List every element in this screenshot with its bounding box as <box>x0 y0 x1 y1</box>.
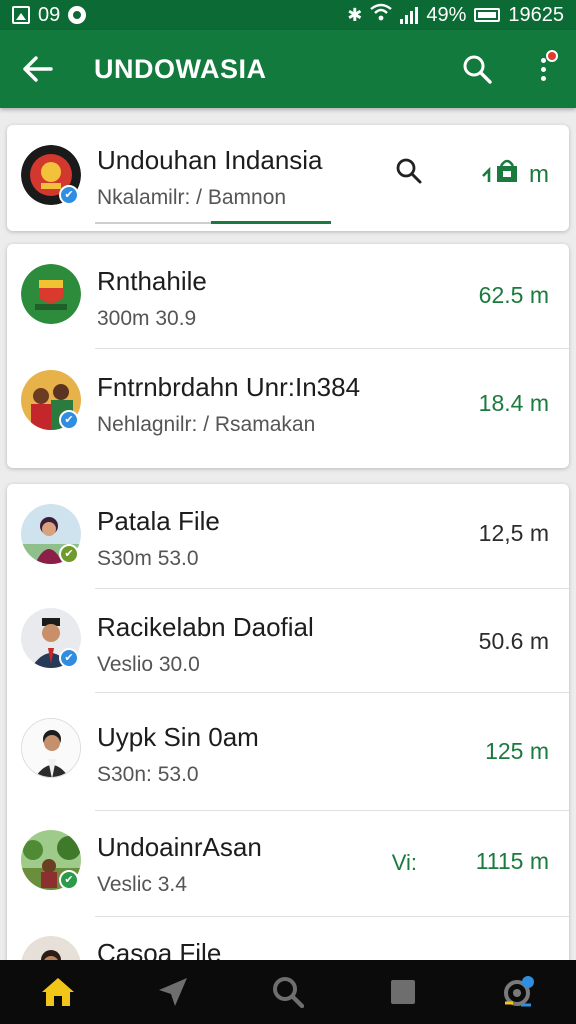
header-size: m <box>529 161 549 188</box>
header-subtitle: Nkalamilr: / Bamnon <box>97 186 287 209</box>
file-subtitle: S30n: 53.0 <box>97 763 199 786</box>
file-subtitle: 300m 30.9 <box>97 307 197 330</box>
file-size: 62.5 m <box>478 282 549 308</box>
home-icon[interactable] <box>23 960 93 1024</box>
search-icon[interactable] <box>444 30 510 108</box>
header-search-icon[interactable] <box>395 157 423 190</box>
list-item[interactable]: ✔ Racikelabn Daofial Veslio 30.0 50.6 m <box>7 588 569 692</box>
gallery-icon <box>12 6 30 24</box>
battery-icon <box>474 8 501 22</box>
send-icon[interactable] <box>138 960 208 1024</box>
stop-icon[interactable] <box>368 960 438 1024</box>
crest-avatar <box>21 264 81 324</box>
header-title: Undouhan Indansia <box>97 145 323 175</box>
verified-icon: ✔ <box>59 648 79 668</box>
verified-icon: ✔ <box>59 185 79 205</box>
app-bar: UNDOWASIA <box>0 30 576 108</box>
file-title: Uypk Sin 0am <box>97 722 259 752</box>
list-item[interactable]: Uypk Sin 0am S30n: 53.0 125 m <box>7 692 569 810</box>
search-icon[interactable] <box>253 960 323 1024</box>
file-title: UndoainrAsan <box>97 832 262 862</box>
file-subtitle: Veslio 30.0 <box>97 653 200 676</box>
verified-icon: ✔ <box>59 544 79 564</box>
file-size: 1115 m <box>475 848 549 874</box>
man-suit-avatar <box>21 718 81 778</box>
check-icon: ✔ <box>59 870 79 890</box>
bottom-nav <box>0 960 576 1024</box>
signal-icon <box>400 6 419 24</box>
list-item[interactable]: ✔ UndoainrAsan Veslic 3.4 Vi: 1115 m <box>7 810 569 916</box>
notification-icon <box>68 6 87 24</box>
file-group-2: ✔ Patala File S30m 53.0 12,5 m ✔ Racikel… <box>7 484 569 974</box>
list-item[interactable]: ✔ Patala File S30m 53.0 12,5 m <box>7 484 569 588</box>
file-size: 12,5 m <box>478 520 549 546</box>
notification-badge <box>546 50 558 62</box>
more-vert-icon[interactable] <box>510 30 576 108</box>
status-time: 09 <box>38 3 61 26</box>
file-subtitle: S30m 53.0 <box>97 547 199 570</box>
sync-icon[interactable] <box>483 960 553 1024</box>
bluetooth-icon: ✱ <box>347 4 363 25</box>
file-title: Fntrnbrdahn Unr:In384 <box>97 372 361 402</box>
list-item[interactable]: Rnthahile 300m 30.9 62.5 m <box>7 244 569 348</box>
file-size: 18.4 m <box>478 390 549 416</box>
shopping-bag-icon[interactable] <box>481 158 521 189</box>
tab-underline-active <box>211 221 331 224</box>
wifi-icon <box>370 3 393 27</box>
back-arrow-icon[interactable] <box>0 30 76 108</box>
file-title: Patala File <box>97 506 220 536</box>
file-extra: Vi: <box>391 850 417 875</box>
file-title: Rnthahile <box>97 266 207 296</box>
file-subtitle: Nehlagnilr: / Rsamakan <box>97 413 316 436</box>
file-title: Racikelabn Daofial <box>97 612 314 642</box>
header-card: ✔ Undouhan Indansia Nkalamilr: / Bamnon … <box>7 125 569 231</box>
battery-percent: 49% <box>426 3 467 26</box>
file-subtitle: Veslic 3.4 <box>97 873 187 896</box>
status-clock: 19625 <box>508 3 564 26</box>
file-size: 125 m <box>485 738 549 764</box>
app-title: UNDOWASIA <box>94 53 267 84</box>
file-size: 50.6 m <box>478 628 549 654</box>
status-bar: 09 ✱ 49% 19625 <box>0 0 576 30</box>
list-item[interactable]: ✔ Fntrnbrdahn Unr:In384 Nehlagnilr: / Rs… <box>7 348 569 466</box>
header-row[interactable]: ✔ Undouhan Indansia Nkalamilr: / Bamnon … <box>7 125 569 231</box>
file-group-1: Rnthahile 300m 30.9 62.5 m ✔ Fntrnbrdahn… <box>7 244 569 468</box>
verified-icon: ✔ <box>59 410 79 430</box>
